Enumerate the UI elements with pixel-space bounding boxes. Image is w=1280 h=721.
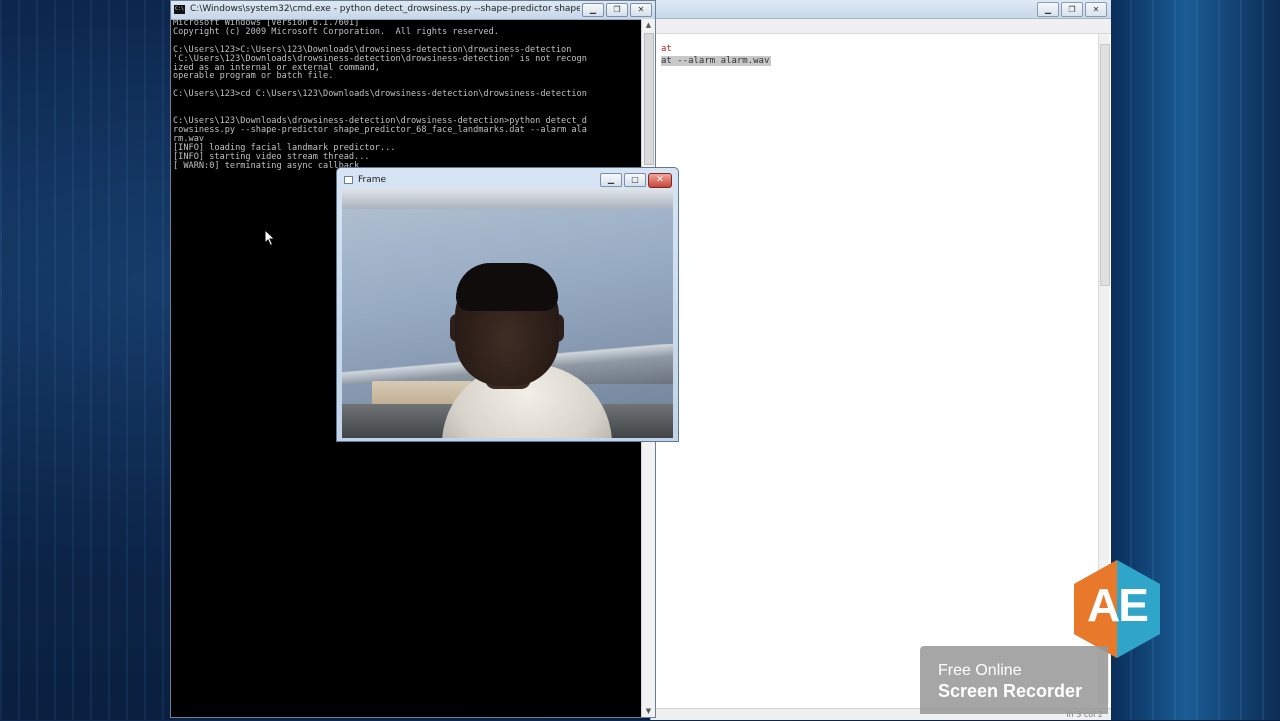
webcam-video-feed bbox=[342, 189, 673, 438]
maximize-icon[interactable]: ❐ bbox=[1061, 2, 1083, 17]
watermark-line-2: Screen Recorder bbox=[938, 681, 1083, 701]
frame-window[interactable]: Frame ▁ □ ✕ bbox=[336, 167, 679, 442]
editor-scrollbar-thumb[interactable] bbox=[1100, 44, 1110, 286]
editor-line-1: at bbox=[661, 44, 672, 54]
cmd-scrollbar-thumb[interactable] bbox=[644, 33, 654, 165]
scroll-down-arrow-icon[interactable]: ▼ bbox=[642, 705, 655, 717]
cmd-window-title: C:\Windows\system32\cmd.exe - python det… bbox=[190, 4, 580, 14]
maximize-icon[interactable]: ❐ bbox=[606, 3, 628, 17]
desktop-background-left bbox=[0, 0, 172, 720]
person-hair bbox=[456, 263, 558, 311]
editor-window-controls: ▁ ❐ ✕ bbox=[1037, 2, 1107, 17]
scroll-up-arrow-icon[interactable]: ▲ bbox=[642, 19, 655, 31]
ae-logo: AE bbox=[1074, 560, 1160, 658]
editor-titlebar[interactable]: ▁ ❐ ✕ bbox=[651, 0, 1111, 19]
frame-window-controls: ▁ □ ✕ bbox=[600, 173, 672, 188]
console-line: operable program or batch file. bbox=[173, 71, 334, 82]
editor-menubar bbox=[651, 19, 1111, 34]
video-ceiling bbox=[342, 189, 673, 209]
cmd-window-controls: ▁ ❐ ✕ bbox=[582, 3, 652, 17]
watermark-line-1: Free Online bbox=[938, 662, 1022, 679]
console-line: rowsiness.py --shape-predictor shape_pre… bbox=[173, 124, 587, 135]
frame-window-title: Frame bbox=[358, 175, 387, 185]
editor-text-area[interactable]: at at --alarm alarm.wav bbox=[661, 44, 772, 66]
maximize-icon[interactable]: □ bbox=[624, 173, 646, 187]
window-icon bbox=[344, 176, 353, 184]
editor-window[interactable]: ▁ ❐ ✕ at at --alarm alarm.wav ln 3 col 2 bbox=[650, 0, 1111, 720]
close-icon[interactable]: ✕ bbox=[1085, 2, 1107, 17]
minimize-icon[interactable]: ▁ bbox=[1037, 2, 1059, 17]
screen-recorder-watermark: Free Online Screen Recorder bbox=[920, 646, 1108, 714]
ae-logo-text: AE bbox=[1087, 579, 1149, 631]
console-line: C:\Users\123>cd C:\Users\123\Downloads\d… bbox=[173, 89, 587, 100]
editor-line-2-selected: at --alarm alarm.wav bbox=[661, 56, 772, 66]
cmd-app-icon: C:\ bbox=[174, 5, 185, 14]
frame-titlebar[interactable]: Frame ▁ □ ✕ bbox=[337, 168, 678, 190]
close-icon[interactable]: ✕ bbox=[630, 3, 652, 17]
minimize-icon[interactable]: ▁ bbox=[600, 173, 622, 187]
console-line: Copyright (c) 2009 Microsoft Corporation… bbox=[173, 26, 499, 37]
close-icon[interactable]: ✕ bbox=[648, 173, 672, 188]
minimize-icon[interactable]: ▁ bbox=[582, 3, 604, 17]
cmd-titlebar[interactable]: C:\ C:\Windows\system32\cmd.exe - python… bbox=[171, 1, 655, 20]
